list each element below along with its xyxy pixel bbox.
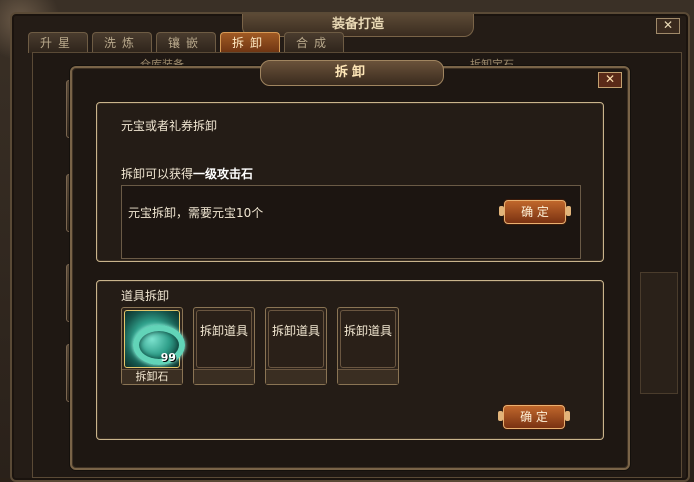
reward-line: 拆卸可以获得一级攻击石 bbox=[121, 165, 253, 182]
item-slot-name bbox=[194, 369, 254, 384]
item-slot-dismantle-stone[interactable]: 99 拆卸石 bbox=[121, 307, 185, 385]
reward-item-name: 一级攻击石 bbox=[193, 167, 254, 181]
item-slot-name: 拆卸石 bbox=[122, 369, 182, 384]
tab-upgrade-star[interactable]: 升星 bbox=[28, 32, 88, 53]
item-slot-name bbox=[266, 369, 326, 384]
reward-prefix: 拆卸可以获得 bbox=[121, 167, 194, 181]
item-slot-name bbox=[338, 369, 398, 384]
item-slot-empty[interactable]: 拆卸道具 bbox=[265, 307, 327, 385]
item-count: 99 bbox=[160, 351, 176, 364]
tab-dismantle[interactable]: 拆卸 bbox=[220, 32, 280, 53]
item-panel-heading: 道具拆卸 bbox=[121, 289, 170, 303]
gold-panel-heading: 元宝或者礼券拆卸 bbox=[121, 119, 218, 133]
tab-inlay[interactable]: 镶嵌 bbox=[156, 32, 216, 53]
dismantle-dialog: 拆卸 ✕ 元宝或者礼券拆卸 拆卸可以获得一级攻击石 元宝拆卸，需要元宝10个 确… bbox=[70, 60, 630, 470]
empty-slot-face: 拆卸道具 bbox=[196, 310, 252, 368]
empty-slot-face: 拆卸道具 bbox=[268, 310, 324, 368]
item-confirm-button[interactable]: 确 定 bbox=[498, 405, 570, 429]
dialog-close-button[interactable]: ✕ bbox=[598, 72, 622, 88]
item-slot-empty[interactable]: 拆卸道具 bbox=[337, 307, 399, 385]
dialog-title: 拆卸 bbox=[260, 60, 444, 86]
gold-cost-box: 元宝拆卸，需要元宝10个 确 定 bbox=[121, 185, 581, 259]
gold-cost-text: 元宝拆卸，需要元宝10个 bbox=[128, 206, 264, 220]
item-slot-empty[interactable]: 拆卸道具 bbox=[193, 307, 255, 385]
jade-ring-icon bbox=[133, 325, 185, 365]
forge-tabs: 升星 洗炼 镶嵌 拆卸 合成 bbox=[28, 32, 344, 53]
gold-confirm-button[interactable]: 确 定 bbox=[499, 200, 571, 224]
gold-dismantle-panel: 元宝或者礼券拆卸 拆卸可以获得一级攻击石 元宝拆卸，需要元宝10个 确 定 bbox=[96, 102, 604, 262]
side-panel-strip bbox=[640, 272, 678, 394]
item-dismantle-panel: 道具拆卸 99 拆卸石 拆卸道具 拆卸道具 拆卸道具 确 定 bbox=[96, 280, 604, 440]
dismantle-stone-icon: 99 bbox=[124, 310, 185, 368]
tab-synthesis[interactable]: 合成 bbox=[284, 32, 344, 53]
forge-close-button[interactable]: ✕ bbox=[656, 18, 680, 34]
empty-slot-face: 拆卸道具 bbox=[340, 310, 396, 368]
tab-refine[interactable]: 洗炼 bbox=[92, 32, 152, 53]
